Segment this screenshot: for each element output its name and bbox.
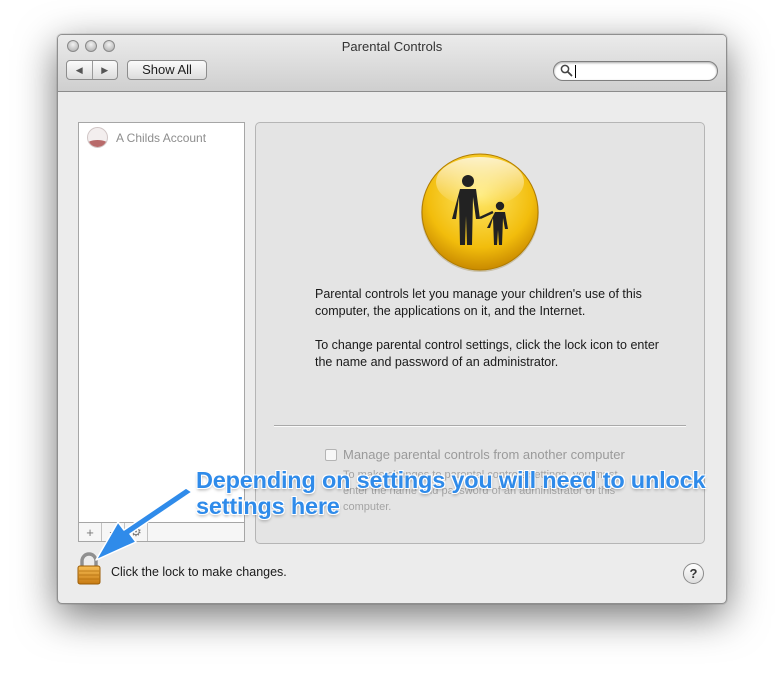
text-caret	[575, 65, 576, 78]
panel-description: Parental controls let you manage your ch…	[315, 286, 660, 388]
annotation-line: settings here	[196, 493, 340, 519]
parent-child-icon	[421, 153, 539, 272]
back-button[interactable]: ◀	[67, 61, 93, 79]
search-field[interactable]	[553, 61, 718, 81]
description-paragraph: Parental controls let you manage your ch…	[315, 287, 642, 318]
annotation-line: Depending on settings you will need to u…	[196, 467, 706, 493]
description-paragraph: To change parental control settings, cli…	[315, 338, 659, 369]
remote-management-checkbox[interactable]: Manage parental controls from another co…	[325, 447, 625, 462]
account-item[interactable]: A Childs Account	[87, 127, 206, 148]
back-forward-control: ◀ ▶	[66, 60, 118, 80]
checkbox-box[interactable]	[325, 448, 337, 461]
forward-button[interactable]: ▶	[93, 61, 118, 79]
window-title: Parental Controls	[341, 39, 443, 54]
show-all-button[interactable]: Show All	[127, 60, 207, 80]
checkbox-label: Manage parental controls from another co…	[343, 447, 625, 462]
divider	[274, 425, 686, 426]
help-button[interactable]: ?	[683, 563, 704, 584]
window-titlebar: Parental Controls ◀ ▶ Show All	[58, 35, 726, 92]
back-arrow-icon: ◀	[75, 64, 83, 75]
search-icon	[560, 64, 573, 77]
annotation-arrow-icon	[95, 488, 193, 561]
account-name: A Childs Account	[116, 130, 207, 145]
annotation-callout: Depending on settings you will need to u…	[196, 467, 756, 519]
forward-arrow-icon: ▶	[101, 64, 109, 75]
child-avatar-icon	[87, 127, 108, 148]
